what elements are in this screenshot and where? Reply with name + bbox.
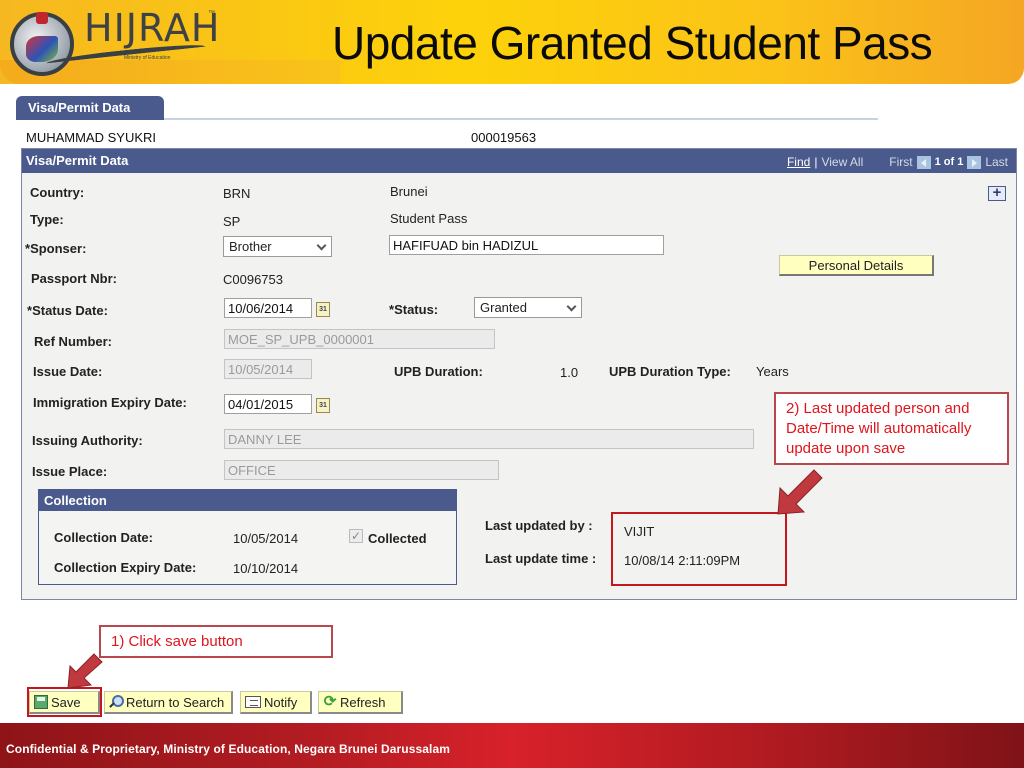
passport-value: C0096753 (223, 272, 283, 287)
save-label: Save (51, 694, 81, 710)
ref-number-field: MOE_SP_UPB_0000001 (224, 329, 495, 349)
floppy-disk-icon (34, 695, 48, 709)
panel-header: Visa/Permit Data Find | View All First 1… (22, 149, 1016, 173)
refresh-button[interactable]: ⟳ Refresh (318, 691, 403, 714)
collection-date-label: Collection Date: (54, 530, 153, 545)
status-date-input[interactable]: 10/06/2014 (224, 298, 312, 318)
view-all-link[interactable]: View All (821, 155, 863, 169)
return-to-search-button[interactable]: Return to Search (104, 691, 233, 714)
footer: Confidential & Proprietary, Ministry of … (0, 723, 1024, 768)
issue-place-label: Issue Place: (32, 464, 108, 479)
last-update-time-label: Last update time : (485, 551, 597, 566)
issue-date-field: 10/05/2014 (224, 359, 312, 379)
upb-duration-type-label: UPB Duration Type: (609, 364, 731, 379)
page-title: Update Granted Student Pass (332, 17, 933, 69)
callout-arrow-icon (67, 653, 103, 689)
hijrah-logo: HIJRAH ™ Ministry of Education (6, 4, 219, 76)
return-to-search-label: Return to Search (126, 694, 225, 710)
student-id: 000019563 (471, 130, 537, 145)
collected-checkbox[interactable]: ✓ (349, 529, 363, 543)
nav-separator: | (814, 155, 818, 169)
footer-text: Confidential & Proprietary, Ministry of … (6, 742, 451, 756)
country-code: BRN (223, 186, 251, 201)
immigration-expiry-label: Immigration Expiry Date: (33, 395, 187, 410)
last-updated-highlight (611, 512, 787, 586)
upb-duration-type-value: Years (756, 364, 789, 379)
country-name: Brunei (390, 184, 428, 199)
expand-plus-icon[interactable]: + (988, 185, 1006, 201)
notify-label: Notify (264, 694, 298, 710)
refresh-icon: ⟳ (323, 693, 337, 710)
upb-duration-label: UPB Duration: (394, 364, 483, 379)
previous-arrow-icon[interactable] (916, 155, 931, 169)
ref-number-label: Ref Number: (34, 334, 113, 349)
tab-divider (164, 118, 878, 120)
last-updated-by-label: Last updated by : (485, 518, 593, 533)
sponser-label: Sponser: (25, 241, 86, 256)
issue-place-field: OFFICE (224, 460, 499, 480)
logo-text: HIJRAH (84, 6, 221, 50)
issuing-authority-label: Issuing Authority: (32, 433, 143, 448)
notify-button[interactable]: Notify (240, 691, 312, 714)
tab-visa-permit-data[interactable]: Visa/Permit Data (16, 96, 164, 120)
refresh-label: Refresh (340, 694, 386, 710)
crest-icon (36, 12, 48, 24)
issue-date-label: Issue Date: (33, 364, 103, 379)
logo-subtitle: Ministry of Education (124, 55, 171, 61)
callout-step-2: 2) Last updated person and Date/Time wil… (774, 392, 1009, 465)
calendar-icon[interactable]: 31 (316, 302, 330, 317)
chevron-down-icon (316, 240, 327, 251)
collection-section: Collection Collection Date: 10/05/2014 ✓… (38, 489, 457, 585)
student-name: MUHAMMAD SYUKRI (26, 130, 157, 145)
type-name: Student Pass (390, 211, 468, 226)
status-select[interactable]: Granted (474, 297, 582, 318)
sponser-select[interactable]: Brother (223, 236, 332, 257)
calendar-icon[interactable]: 31 (316, 398, 330, 413)
sponser-selected-value: Brother (229, 239, 272, 254)
callout-arrow-icon (777, 469, 823, 515)
visa-permit-panel: Visa/Permit Data Find | View All First 1… (21, 148, 1017, 600)
immigration-expiry-input[interactable]: 04/01/2015 (224, 394, 312, 414)
collected-label: Collected (368, 531, 427, 546)
collection-expiry-value: 10/10/2014 (233, 561, 299, 576)
record-count: 1 of 1 (934, 156, 964, 168)
chevron-down-icon (566, 301, 577, 312)
status-date-label: Status Date: (27, 303, 108, 318)
issuing-authority-field: DANNY LEE (224, 429, 754, 449)
status-selected-value: Granted (480, 300, 527, 315)
panel-title: Visa/Permit Data (26, 153, 129, 168)
magnifier-icon (109, 695, 124, 709)
status-label: Status: (389, 302, 438, 317)
callout-step-1: 1) Click save button (99, 625, 333, 658)
logo-trademark: ™ (208, 10, 215, 17)
save-button[interactable]: Save (29, 691, 100, 714)
find-link[interactable]: Find (787, 155, 810, 169)
sponser-name-input[interactable]: HAFIFUAD bin HADIZUL (389, 235, 664, 255)
next-arrow-icon[interactable] (967, 155, 982, 169)
personal-details-button[interactable]: Personal Details (779, 255, 934, 276)
message-icon (245, 696, 261, 708)
type-code: SP (223, 214, 241, 229)
collection-title: Collection (39, 490, 456, 511)
record-navigation: Find | View All First 1 of 1 Last (787, 155, 1008, 169)
first-link[interactable]: First (889, 155, 912, 169)
last-link[interactable]: Last (985, 155, 1008, 169)
upb-duration-value: 1.0 (560, 365, 579, 380)
country-label: Country: (30, 185, 85, 200)
passport-label: Passport Nbr: (31, 271, 117, 286)
type-label: Type: (30, 212, 64, 227)
collection-expiry-label: Collection Expiry Date: (54, 560, 197, 575)
collection-date-value: 10/05/2014 (233, 531, 299, 546)
